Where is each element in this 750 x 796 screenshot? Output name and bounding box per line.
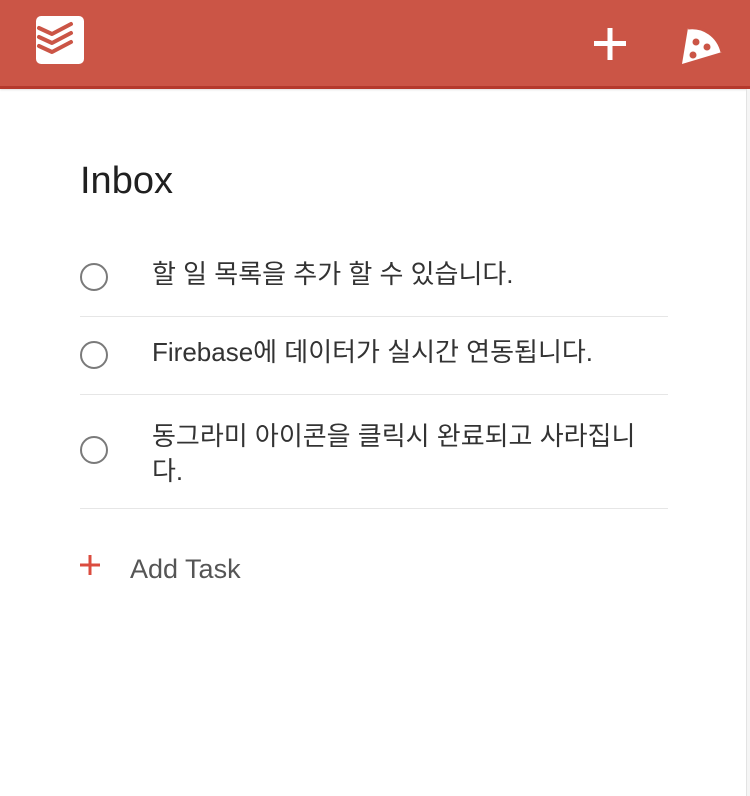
task-list: 할 일 목록을 추가 할 수 있습니다. Firebase에 데이터가 실시간 … [80, 229, 668, 509]
karma-button[interactable] [674, 18, 726, 70]
scrollbar-track[interactable] [746, 89, 750, 796]
pizza-slice-icon [682, 26, 724, 64]
app-bar [0, 0, 750, 89]
plus-icon [594, 28, 626, 60]
todoist-logo-icon[interactable] [36, 16, 84, 64]
task-complete-checkbox[interactable] [80, 341, 108, 369]
task-content[interactable]: 동그라미 아이콘을 클릭시 완료되고 사라집니다. [152, 419, 652, 489]
task-item: 할 일 목록을 추가 할 수 있습니다. [80, 229, 668, 317]
plus-icon [80, 555, 100, 575]
task-content[interactable]: 할 일 목록을 추가 할 수 있습니다. [152, 257, 652, 292]
task-item: Firebase에 데이터가 실시간 연동됩니다. [80, 317, 668, 395]
add-task-button[interactable]: Add Task [80, 549, 340, 589]
task-content[interactable]: Firebase에 데이터가 실시간 연동됩니다. [152, 335, 652, 370]
task-complete-checkbox[interactable] [80, 436, 108, 464]
task-complete-checkbox[interactable] [80, 263, 108, 291]
task-item: 동그라미 아이콘을 클릭시 완료되고 사라집니다. [80, 395, 668, 509]
page-title: Inbox [80, 160, 173, 202]
quick-add-button[interactable] [586, 20, 634, 68]
add-task-label: Add Task [130, 554, 241, 584]
